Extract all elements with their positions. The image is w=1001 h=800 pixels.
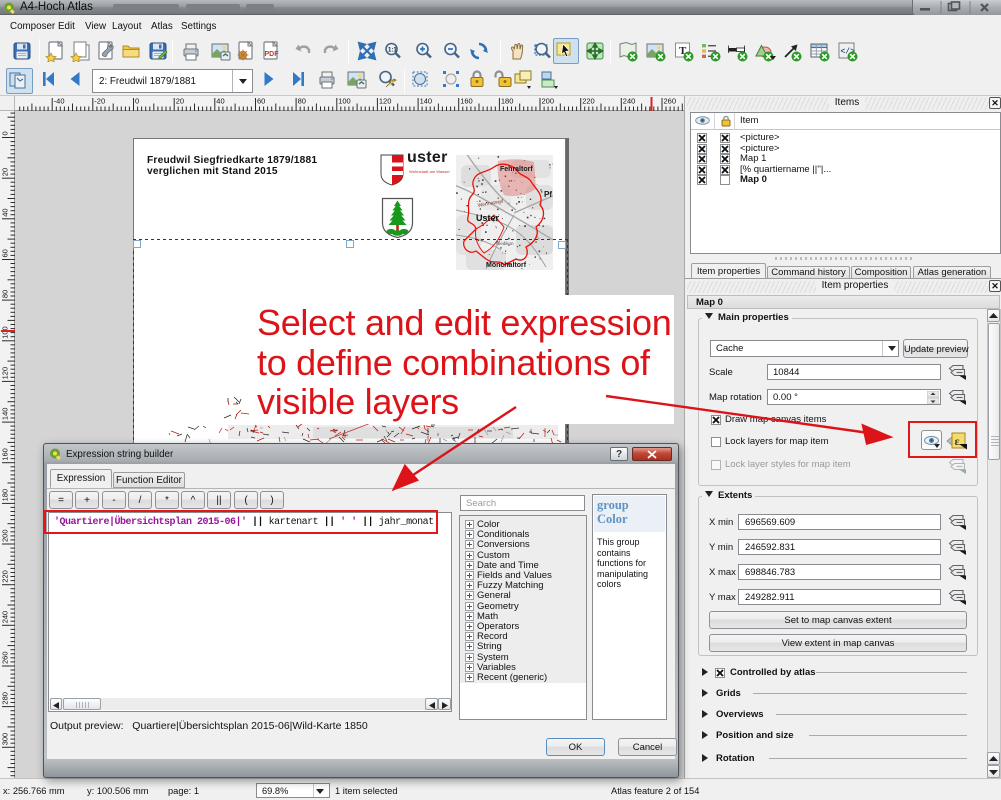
svg-text:240: 240	[1, 611, 10, 624]
svg-text:40: 40	[216, 97, 224, 106]
svg-text:120: 120	[1, 367, 10, 380]
svg-text:260: 260	[664, 97, 677, 106]
svg-text:200: 200	[542, 97, 555, 106]
svg-text:80: 80	[298, 97, 306, 106]
svg-text:0: 0	[1, 131, 10, 135]
svg-text:Mönchaltorf: Mönchaltorf	[486, 262, 527, 269]
svg-text:200: 200	[1, 529, 10, 542]
svg-text:280: 280	[1, 692, 10, 705]
svg-text:60: 60	[1, 249, 10, 257]
svg-text:40: 40	[1, 208, 10, 216]
svg-text:160: 160	[1, 448, 10, 461]
svg-text:240: 240	[623, 97, 636, 106]
svg-text:Pf: Pf	[544, 190, 552, 199]
svg-text:100: 100	[338, 97, 351, 106]
svg-text:Uster: Uster	[476, 213, 500, 223]
svg-text:180: 180	[501, 97, 514, 106]
svg-text:140: 140	[1, 408, 10, 421]
svg-text:Fehraltorf: Fehraltorf	[500, 166, 533, 173]
svg-text:80: 80	[1, 290, 10, 298]
svg-text:-20: -20	[94, 97, 105, 106]
svg-text:160: 160	[460, 97, 473, 106]
svg-text:180: 180	[1, 489, 10, 502]
svg-text:260: 260	[1, 651, 10, 664]
svg-text:100: 100	[1, 326, 10, 339]
svg-text:PDF: PDF	[265, 51, 280, 58]
svg-text:120: 120	[379, 97, 392, 106]
svg-text:-40: -40	[54, 97, 65, 106]
svg-text:60: 60	[257, 97, 265, 106]
svg-text:1:1: 1:1	[388, 48, 397, 54]
svg-text:300: 300	[1, 733, 10, 746]
svg-text:20: 20	[1, 168, 10, 176]
svg-text:220: 220	[582, 97, 595, 106]
svg-text:0: 0	[135, 97, 139, 106]
svg-text:20: 20	[176, 97, 184, 106]
svg-text:140: 140	[420, 97, 433, 106]
svg-text:220: 220	[1, 570, 10, 583]
svg-text:Riedikon: Riedikon	[496, 241, 514, 246]
